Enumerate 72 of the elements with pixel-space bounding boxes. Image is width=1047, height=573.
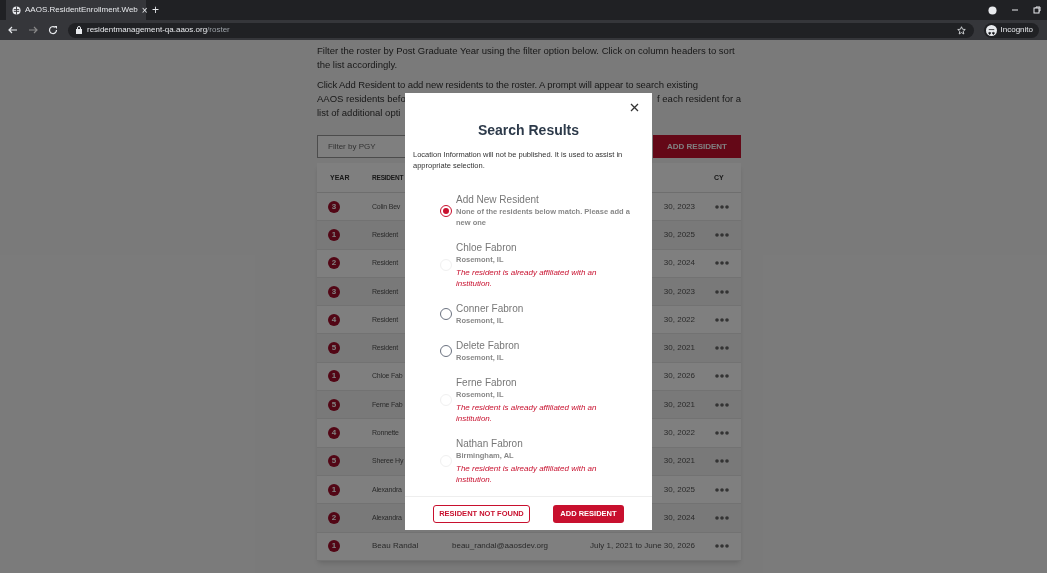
more-options-icon[interactable] — [715, 204, 729, 209]
year-badge: 1 — [328, 540, 340, 553]
year-badge: 4 — [328, 313, 340, 326]
more-options-icon[interactable] — [715, 459, 729, 464]
add-resident-button[interactable]: ADD RESIDENT — [653, 135, 741, 158]
residency-dates: 30, 2021 — [663, 398, 695, 411]
close-tab-button[interactable]: × — [141, 2, 148, 18]
resident-option-name: Add New Resident — [456, 193, 540, 206]
incognito-icon — [985, 24, 997, 36]
forward-icon[interactable] — [28, 25, 38, 35]
resident-option-name: Delete Fabron — [456, 339, 520, 352]
profile-button[interactable]: Incognito — [983, 22, 1039, 38]
more-options-icon[interactable] — [715, 317, 729, 322]
intro-text: AAOS residents befo — [317, 92, 406, 106]
new-tab-button[interactable]: + — [152, 1, 159, 19]
globe-icon — [12, 5, 21, 15]
resident-option-name: Chloe Fabron — [456, 241, 518, 254]
minimize-icon[interactable] — [1011, 6, 1019, 14]
year-badge: 1 — [328, 483, 340, 496]
residency-dates: 30, 2026 — [663, 370, 695, 383]
restore-icon[interactable] — [1033, 6, 1041, 14]
resident-email: beau_randal@aaosdev.org — [452, 540, 549, 553]
affiliation-warning: The resident is already affiliated with an institution. — [456, 402, 598, 424]
intro-paragraph: Click Add Resident to add new residents to the roster. A prompt will appear to search existing — [317, 78, 699, 92]
affiliation-warning: The resident is already affiliated with an institution. — [456, 267, 598, 289]
more-options-icon[interactable] — [715, 261, 729, 266]
residency-dates: 30, 2025 — [663, 228, 695, 241]
year-badge: 5 — [328, 455, 340, 468]
residency-dates: 30, 2023 — [663, 285, 695, 298]
year-badge: 4 — [328, 427, 340, 439]
resident-name: Beau Randal — [372, 540, 420, 553]
residency-dates: 30, 2024 — [663, 257, 695, 270]
residency-dates: 30, 2022 — [663, 313, 695, 326]
resident-option-name: Ferne Fabron — [456, 376, 518, 389]
more-options-icon[interactable] — [715, 232, 729, 237]
affiliation-warning: The resident is already affiliated with an institution. — [456, 463, 598, 485]
resident-option-name: Conner Fabron — [456, 302, 524, 315]
back-icon[interactable] — [8, 25, 18, 35]
more-options-icon[interactable] — [715, 487, 729, 492]
intro-text: f each resident for a — [657, 92, 741, 106]
lock-icon — [76, 26, 82, 34]
year-badge: 3 — [328, 200, 340, 213]
more-options-icon[interactable] — [715, 544, 729, 549]
profile-icon[interactable] — [988, 5, 997, 15]
year-badge: 5 — [328, 342, 340, 355]
year-badge: 2 — [328, 257, 340, 270]
intro-text: list of additional opti — [317, 106, 401, 120]
star-icon[interactable] — [956, 25, 966, 35]
dialog-title: Search Results — [476, 121, 581, 140]
more-options-icon[interactable] — [715, 515, 729, 520]
residency-dates: 30, 2025 — [663, 483, 695, 496]
more-options-icon[interactable] — [715, 289, 729, 294]
residency-dates: 30, 2021 — [663, 342, 695, 355]
more-options-icon[interactable] — [715, 402, 729, 407]
more-options-icon[interactable] — [715, 374, 729, 379]
resident-option-name: Nathan Fabron — [456, 437, 524, 450]
year-badge: 3 — [328, 285, 340, 298]
year-badge: 1 — [328, 370, 340, 383]
close-icon[interactable] — [630, 103, 639, 112]
year-badge: 1 — [328, 228, 340, 241]
year-badge: 5 — [328, 398, 340, 411]
residency-dates: 30, 2022 — [663, 427, 695, 439]
residency-dates: 30, 2024 — [663, 511, 695, 524]
address-field[interactable]: residentmanagement-qa.aaos.org/roster — [68, 22, 974, 38]
more-options-icon[interactable] — [715, 431, 729, 435]
residency-dates: July 1, 2021 to June 30, 2026 — [590, 540, 695, 553]
residency-dates: 30, 2021 — [663, 455, 695, 468]
more-options-icon[interactable] — [715, 346, 729, 351]
reload-icon[interactable] — [48, 25, 58, 35]
year-badge: 2 — [328, 511, 340, 524]
intro-paragraph: Filter the roster by Post Graduate Year using the filter option below. Click on column headers to sort the list accordingly. — [317, 44, 736, 72]
residency-dates: 30, 2023 — [663, 200, 695, 213]
